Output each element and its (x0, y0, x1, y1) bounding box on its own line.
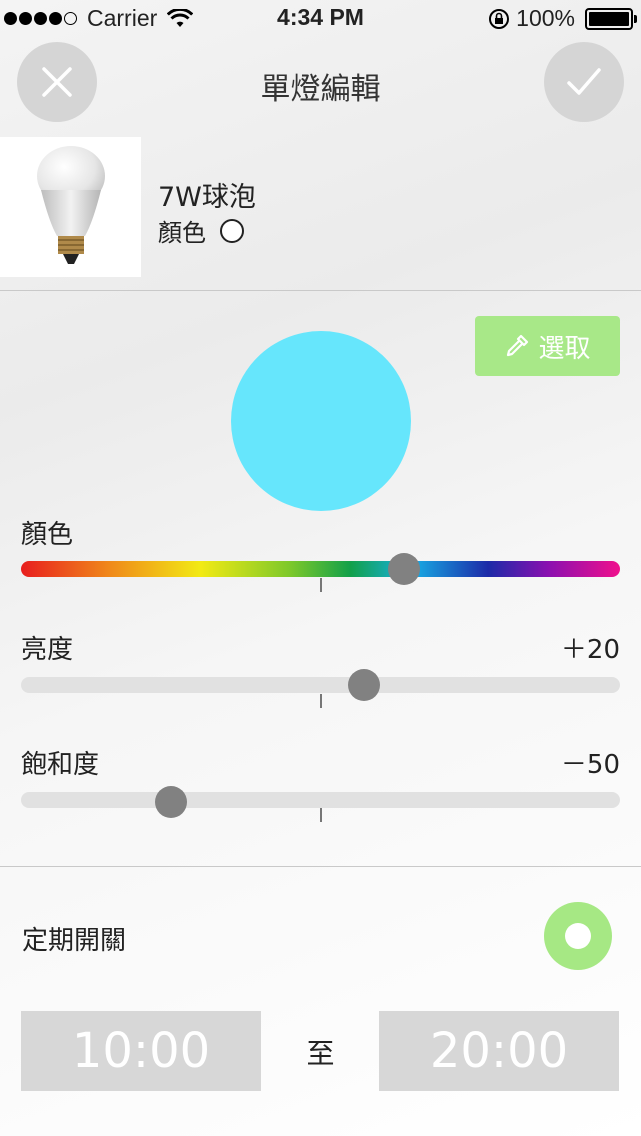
checkmark-icon (567, 68, 601, 95)
hue-label: 顏色 (21, 520, 74, 550)
hue-center-tick (320, 578, 322, 592)
product-image (0, 137, 141, 277)
color-preview (231, 331, 411, 511)
schedule-label: 定期開關 (22, 926, 127, 956)
pick-color-button[interactable]: 選取 (475, 316, 620, 376)
product-name: 7W球泡 (158, 182, 256, 213)
pick-color-label: 選取 (538, 333, 591, 364)
brightness-slider-knob[interactable] (348, 669, 381, 701)
confirm-button[interactable] (544, 42, 624, 122)
product-info: 7W球泡 顏色 (0, 137, 641, 279)
divider (0, 866, 641, 867)
product-color-label: 顏色 (158, 219, 206, 247)
hue-slider-knob[interactable] (388, 553, 421, 585)
divider (0, 290, 641, 291)
brightness-slider-track[interactable] (21, 677, 620, 693)
battery-icon (585, 7, 637, 30)
light-bulb-icon (36, 146, 105, 264)
schedule-toggle[interactable] (544, 902, 612, 970)
eyedropper-icon (507, 334, 529, 357)
status-bar: Carrier 4:34 PM 100% (0, 0, 641, 36)
brightness-center-tick (320, 694, 322, 708)
saturation-center-tick (320, 808, 322, 822)
rotation-lock-icon (489, 8, 510, 29)
saturation-slider-track[interactable] (21, 792, 620, 808)
battery-percent: 100% (516, 5, 575, 31)
end-time-field[interactable]: 20:00 (379, 1011, 619, 1091)
saturation-label: 飽和度 (21, 750, 100, 780)
toggle-dot-icon (565, 923, 591, 949)
product-color: 顏色 (158, 213, 244, 248)
saturation-value: －50 (560, 750, 620, 780)
brightness-value: ＋20 (560, 635, 620, 665)
brightness-label: 亮度 (21, 635, 74, 665)
nav-bar: 單燈編輯 (0, 40, 641, 124)
hue-slider-track[interactable] (21, 561, 620, 577)
status-right: 100% (488, 5, 637, 32)
color-swatch (220, 218, 244, 243)
saturation-slider-knob[interactable] (155, 786, 188, 818)
